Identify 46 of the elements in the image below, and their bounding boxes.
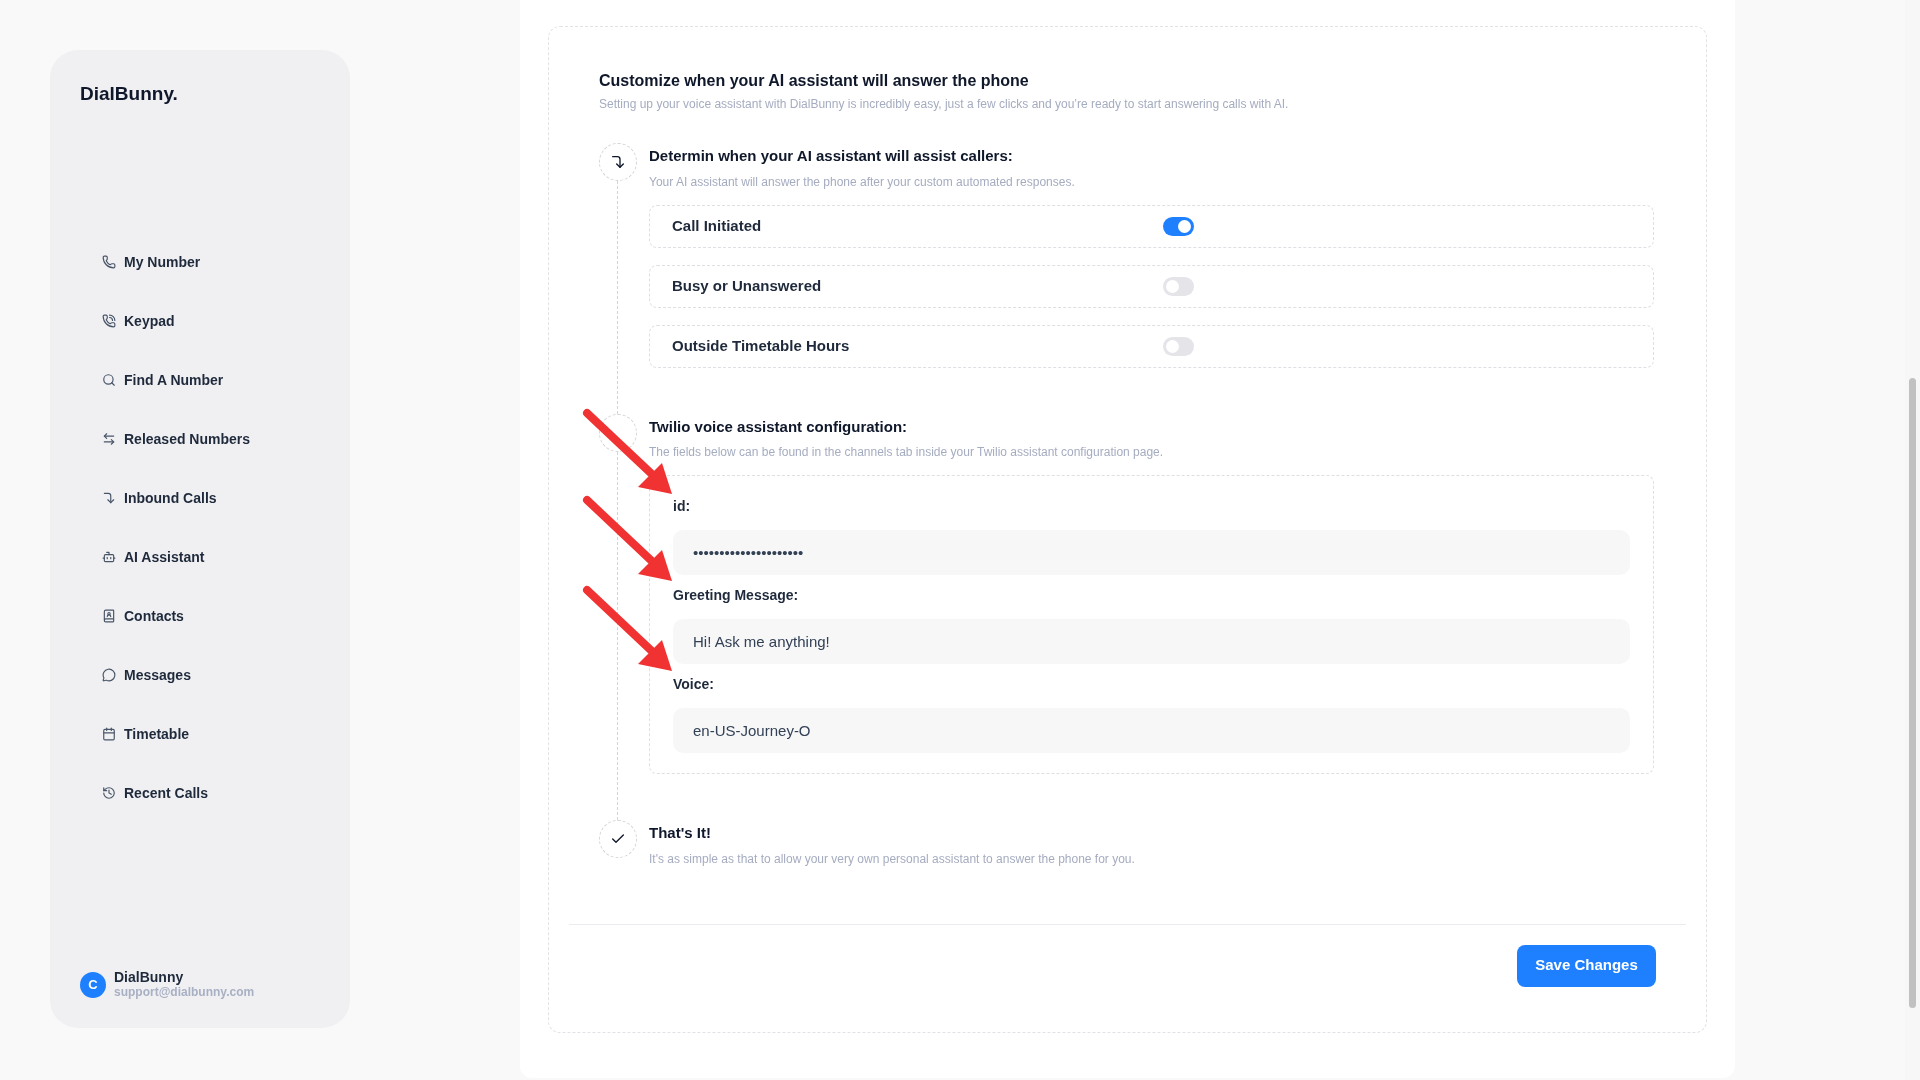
toggle-label: Call Initiated xyxy=(672,215,763,236)
nav-item[interactable]: Released Numbers xyxy=(70,409,330,469)
step-title: That's It! xyxy=(649,823,712,843)
nav-item[interactable]: Messages xyxy=(70,645,330,705)
down-arrow-icon xyxy=(610,154,626,170)
field-label: id: xyxy=(673,497,692,516)
user-email: support@dialbunny.com xyxy=(114,985,255,1000)
toggle-switch[interactable] xyxy=(1163,336,1194,356)
toggle-switch[interactable] xyxy=(1163,276,1194,296)
input-field[interactable]: en-US-Journey-O xyxy=(673,708,1630,753)
brand-logo: DialBunny. xyxy=(80,82,178,106)
history-icon xyxy=(102,786,116,800)
step-description: It's as simple as that to allow your very own personal assistant to answer the phone for you. xyxy=(649,850,1136,868)
toggle-label: Busy or Unanswered xyxy=(672,275,823,296)
phone-call-icon xyxy=(102,314,116,328)
step-description: Your AI assistant will answer the phone after your custom automated responses. xyxy=(649,173,1076,191)
nav-item[interactable]: Timetable xyxy=(70,704,330,764)
nav-item[interactable]: Recent Calls xyxy=(70,763,330,823)
save-button[interactable]: Save Changes xyxy=(1517,944,1656,987)
input-field[interactable]: Hi! Ask me anything! xyxy=(673,619,1630,664)
field-label: Voice: xyxy=(673,675,715,694)
nav-item[interactable]: My Number xyxy=(70,232,330,292)
nav-item[interactable]: Contacts xyxy=(70,586,330,646)
user-avatar: C xyxy=(80,972,106,998)
step-description: The fields below can be found in the channels tab inside your Twilio assistant configuration page. xyxy=(649,444,1165,461)
down-arrow-icon xyxy=(102,491,116,505)
search-icon xyxy=(102,373,116,387)
calendar-icon xyxy=(102,727,116,741)
nav-item[interactable]: AI Assistant xyxy=(70,527,330,587)
field-label: Greeting Message: xyxy=(673,586,800,605)
page-subtitle: Setting up your voice assistant with DialBunny is incredibly easy, just a few clicks and you’re ready to start answering calls with AI. xyxy=(599,96,1290,113)
toggle-label: Outside Timetable Hours xyxy=(672,335,851,356)
contact-book-icon xyxy=(102,609,116,623)
toggle-switch[interactable] xyxy=(1163,216,1194,236)
input-field[interactable]: ••••••••••••••••••••• xyxy=(673,530,1630,575)
nav-item[interactable]: Keypad xyxy=(70,291,330,351)
phone-icon xyxy=(102,255,116,269)
step-title: Twilio voice assistant configuration: xyxy=(649,416,909,437)
user-name: DialBunny xyxy=(114,970,185,985)
page-title: Customize when your AI assistant will answer the phone xyxy=(599,71,1030,91)
chat-bubble-icon xyxy=(102,668,116,682)
robot-icon xyxy=(102,550,116,564)
step-title: Determin when your AI assistant will assist callers: xyxy=(649,146,1014,166)
swap-arrows-icon xyxy=(102,432,116,446)
nav-item[interactable]: Find A Number xyxy=(70,350,330,410)
nav-item[interactable]: Inbound Calls xyxy=(70,468,330,528)
